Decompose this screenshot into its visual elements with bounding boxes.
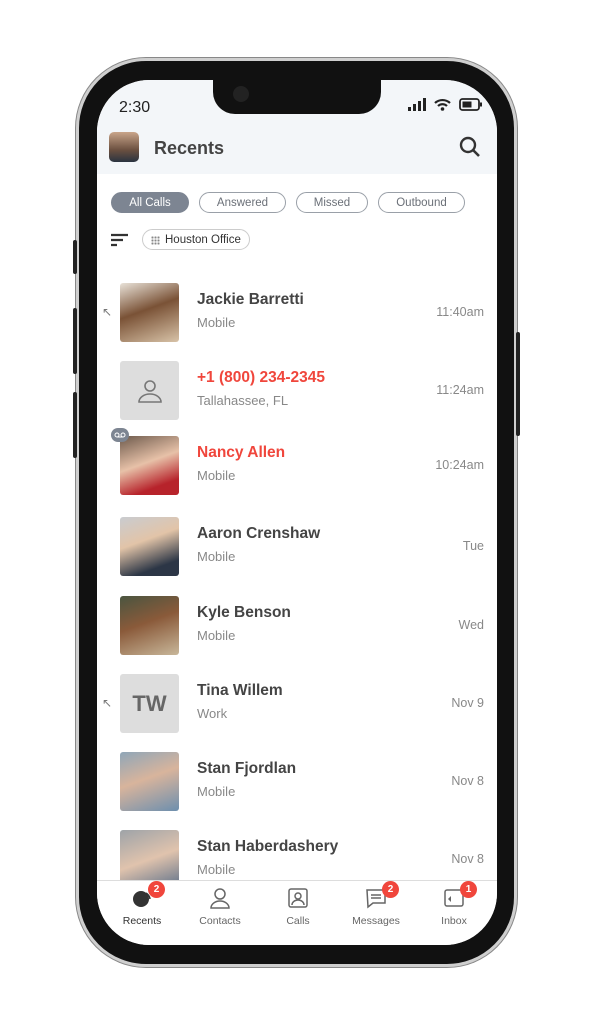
call-time: 10:24am: [435, 458, 484, 472]
call-row[interactable]: +1 (800) 234-2345 Tallahassee, FL 11:24a…: [97, 361, 497, 421]
office-selector[interactable]: Houston Office: [142, 229, 250, 250]
mute-switch: [73, 240, 77, 274]
search-icon[interactable]: [459, 136, 481, 158]
contact-placeholder: [120, 361, 179, 420]
tab-label: Recents: [122, 915, 162, 927]
grid-icon: [151, 236, 160, 245]
outbound-arrow-icon: ↖: [102, 696, 113, 710]
office-label: Houston Office: [165, 233, 241, 246]
tab-bar: 2 Recents Contacts Calls 2 Messages 1 Inbox: [97, 880, 497, 945]
call-time: Nov 9: [451, 696, 484, 710]
filter-answered[interactable]: Answered: [199, 192, 286, 213]
contact-name: Stan Haberdashery: [197, 838, 339, 855]
call-time: Nov 8: [451, 852, 484, 866]
tab-messages[interactable]: 2 Messages: [336, 881, 416, 927]
contact-name: Jackie Barretti: [197, 291, 304, 308]
contact-photo: [120, 596, 179, 655]
calls-icon: [288, 888, 308, 908]
tab-label: Inbox: [441, 915, 467, 927]
status-time: 2:30: [119, 99, 151, 116]
contact-detail: Mobile: [197, 468, 236, 483]
power-button: [516, 332, 520, 436]
contacts-icon: [210, 888, 230, 909]
person-icon: [137, 379, 162, 403]
call-row[interactable]: Stan Fjordlan Mobile Nov 8: [97, 752, 497, 812]
screen: 2:30 Recents All Calls Answered Missed O…: [97, 80, 497, 945]
call-time: 11:24am: [436, 383, 484, 397]
voicemail-icon: [111, 428, 129, 442]
volume-down-button: [73, 392, 77, 458]
contact-photo: [120, 752, 179, 811]
call-row[interactable]: ↖ TW Tina Willem Work Nov 9: [97, 674, 497, 734]
wifi-icon: [434, 98, 451, 111]
call-time: 11:40am: [436, 305, 484, 319]
battery-icon: [459, 98, 482, 111]
contact-name: Tina Willem: [197, 682, 283, 699]
filter-all-calls[interactable]: All Calls: [111, 192, 189, 213]
tab-badge: 2: [382, 881, 399, 898]
sort-icon[interactable]: [111, 233, 129, 247]
tab-badge: 2: [148, 881, 165, 898]
tab-label: Contacts: [199, 915, 241, 927]
contact-detail: Mobile: [197, 628, 236, 643]
outbound-arrow-icon: ↖: [102, 305, 113, 319]
tab-inbox[interactable]: 1 Inbox: [414, 881, 494, 927]
tab-calls[interactable]: Calls: [258, 887, 338, 927]
notch: [213, 80, 381, 114]
tab-badge: 1: [460, 881, 477, 898]
contact-detail: Mobile: [197, 862, 236, 877]
user-avatar[interactable]: [109, 132, 139, 162]
contact-name: +1 (800) 234-2345: [197, 369, 325, 386]
signal-icon: [408, 98, 426, 111]
contact-detail: Mobile: [197, 315, 236, 330]
filter-chips: All Calls Answered Missed Outbound: [111, 192, 465, 213]
volume-up-button: [73, 308, 77, 374]
filter-missed[interactable]: Missed: [296, 192, 368, 213]
tab-label: Calls: [286, 915, 310, 927]
contact-photo: [120, 283, 179, 342]
call-row[interactable]: Nancy Allen Mobile 10:24am: [97, 428, 497, 496]
call-time: Tue: [462, 539, 484, 553]
tab-recents[interactable]: 2 Recents: [102, 881, 182, 927]
call-time: Wed: [458, 618, 484, 632]
contact-name: Kyle Benson: [197, 604, 291, 621]
contact-detail: Mobile: [197, 784, 236, 799]
call-time: Nov 8: [451, 774, 484, 788]
call-row[interactable]: Aaron Crenshaw Mobile Tue: [97, 517, 497, 577]
contact-name: Nancy Allen: [197, 444, 286, 461]
contact-detail: Mobile: [197, 549, 236, 564]
call-row[interactable]: Kyle Benson Mobile Wed: [97, 596, 497, 656]
tab-contacts[interactable]: Contacts: [180, 887, 260, 927]
contact-name: Aaron Crenshaw: [197, 525, 321, 542]
contact-detail: Tallahassee, FL: [197, 393, 289, 408]
call-row[interactable]: ↖ Jackie Barretti Mobile 11:40am: [97, 283, 497, 343]
contact-detail: Work: [197, 706, 228, 721]
tab-label: Messages: [352, 915, 400, 927]
contact-name: Stan Fjordlan: [197, 760, 297, 777]
contact-photo: [120, 517, 179, 576]
filter-outbound[interactable]: Outbound: [378, 192, 465, 213]
contact-photo: [120, 436, 179, 495]
page-title: Recents: [154, 138, 225, 158]
status-icons: [408, 98, 483, 111]
contact-initials: TW: [120, 674, 179, 733]
header: 2:30 Recents: [97, 80, 497, 174]
